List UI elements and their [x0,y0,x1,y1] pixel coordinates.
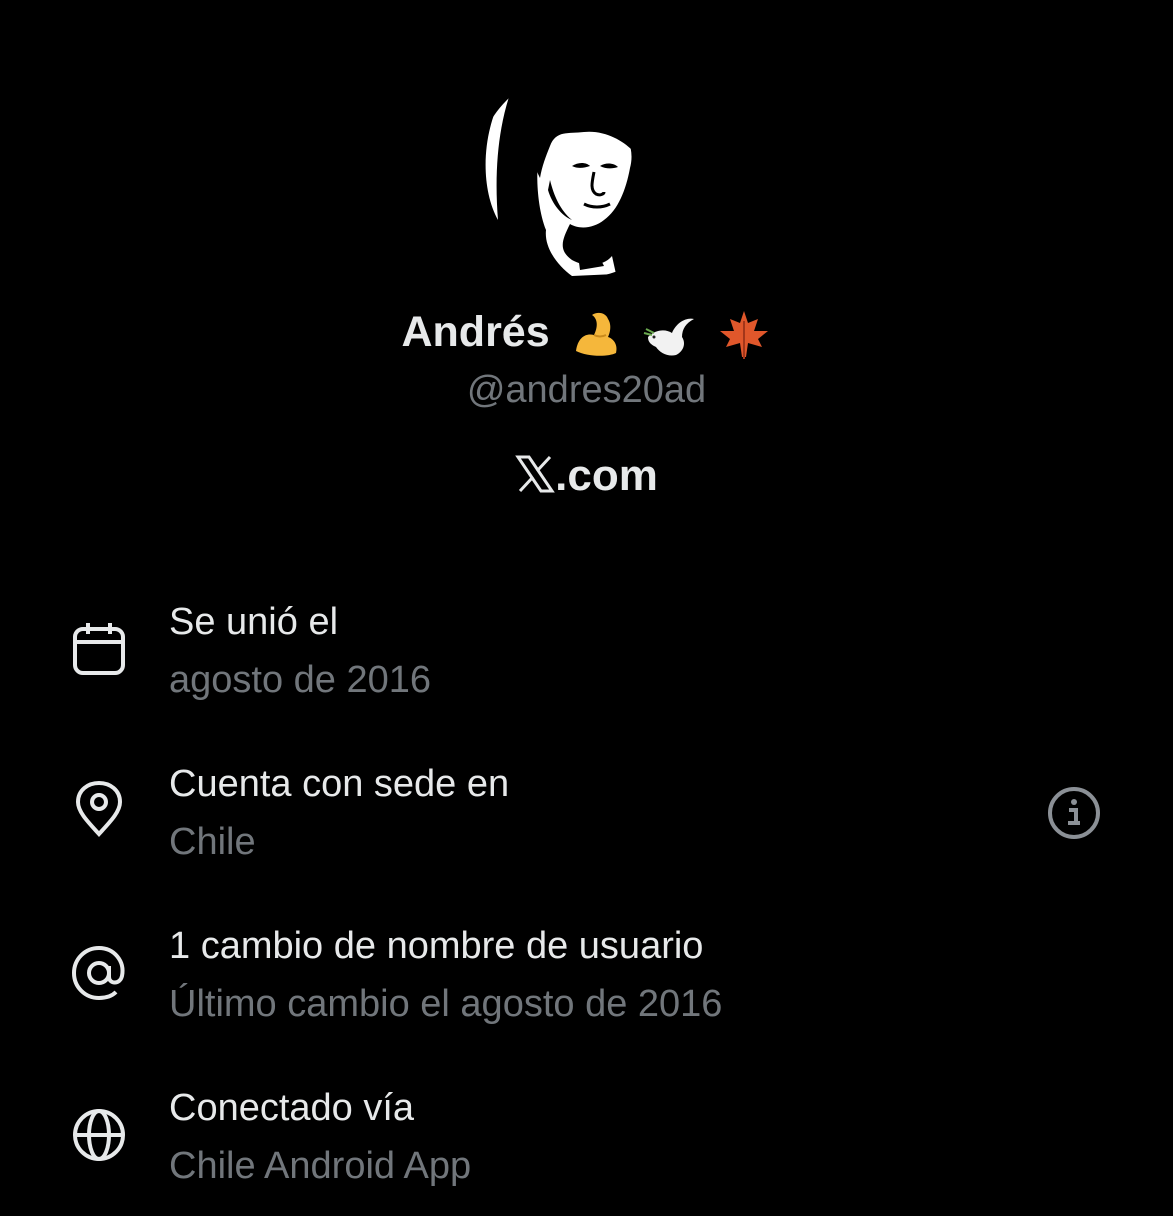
domain-link[interactable]: .com [0,448,1173,504]
username-changes-value: Último cambio el agosto de 2016 [169,983,723,1025]
calendar-icon [73,623,125,675]
joined-date-row: Se unió el agosto de 2016 [0,590,1173,730]
dove-emoji-icon [643,318,694,356]
globe-icon [73,1109,125,1161]
connected-via-value: Chile Android App [169,1145,472,1187]
flexed-biceps-emoji-icon [575,312,617,356]
connected-via-row: Conectado vía Chile Android App [0,1076,1173,1216]
display-name-row: Andrés [0,304,1173,363]
display-name: Andrés [401,308,550,356]
info-icon[interactable] [1046,785,1102,841]
connected-via-label: Conectado vía [169,1087,415,1129]
joined-label: Se unió el [169,601,339,643]
username-changes-label: 1 cambio de nombre de usuario [169,925,704,967]
x-logo-icon [515,455,555,493]
account-location-label: Cuenta con sede en [169,763,510,805]
avatar-image [476,70,684,278]
location-pin-icon [75,780,123,837]
account-location-row: Cuenta con sede en Chile [0,752,1173,892]
account-location-value: Chile [169,821,256,863]
maple-leaf-emoji-icon [719,310,768,359]
at-sign-icon [71,945,125,1001]
user-handle[interactable]: @andres20ad [0,364,1173,416]
username-changes-row: 1 cambio de nombre de usuario Último cam… [0,914,1173,1054]
avatar[interactable] [476,70,684,278]
domain-suffix: .com [555,451,658,500]
joined-value: agosto de 2016 [169,659,432,701]
